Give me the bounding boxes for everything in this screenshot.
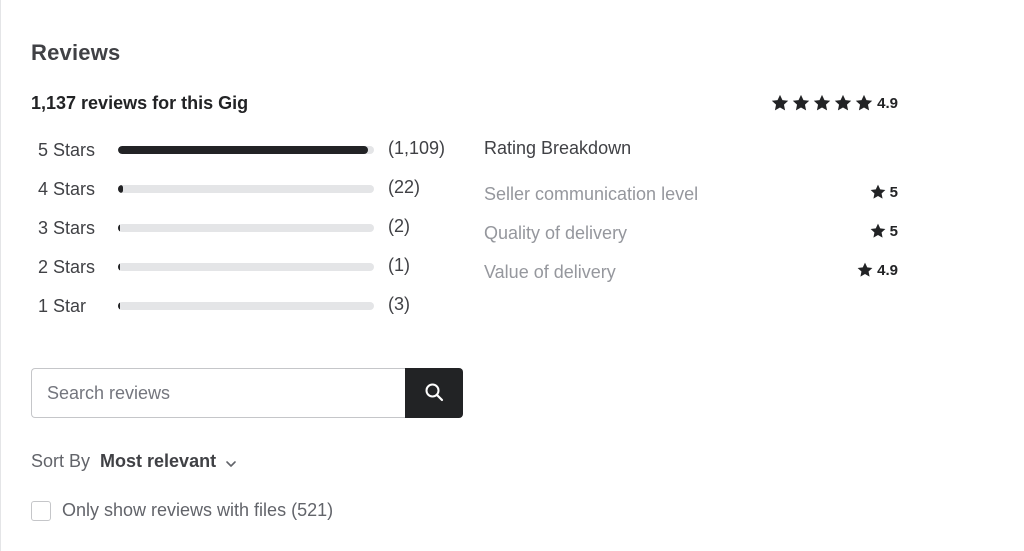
star-row-count: (22) (388, 177, 421, 197)
breakdown-label: Seller communication level (484, 184, 699, 204)
star-row-count: (1,109) (388, 138, 446, 158)
breakdown-value: 5 (889, 222, 898, 240)
search-button[interactable] (405, 368, 463, 418)
sort-label: Sort By (31, 451, 91, 471)
breakdown-row-communication: Seller communication level 5 (484, 182, 898, 208)
star-row-3[interactable]: 3 Stars (2) (38, 215, 468, 241)
star-icon (856, 261, 874, 279)
chevron-down-icon[interactable] (224, 455, 238, 469)
star-icon (854, 93, 874, 113)
overall-rating-value: 4.9 (877, 94, 898, 112)
star-row-bar-fill (118, 302, 120, 310)
star-row-bar (118, 263, 374, 271)
breakdown-label: Quality of delivery (484, 223, 628, 243)
star-icon (791, 93, 811, 113)
star-row-count: (1) (388, 255, 410, 275)
reviews-heading: Reviews (31, 40, 121, 65)
star-row-2[interactable]: 2 Stars (1) (38, 254, 468, 280)
breakdown-label: Value of delivery (484, 262, 616, 282)
breakdown-row-value: Value of delivery 4.9 (484, 260, 898, 286)
review-search (31, 368, 463, 418)
sort-dropdown[interactable]: Most relevant (100, 451, 216, 472)
breakdown-value: 4.9 (877, 261, 898, 279)
star-row-bar (118, 185, 374, 193)
star-row-5[interactable]: 5 Stars (1,109) (38, 137, 468, 163)
star-icon (869, 222, 887, 240)
sort-control: Sort By Most relevant (31, 451, 238, 472)
star-icon (812, 93, 832, 113)
star-row-bar-fill (118, 185, 123, 193)
breakdown-score: 4.9 (856, 261, 898, 279)
star-row-label: 4 Stars (38, 178, 96, 199)
star-row-label: 5 Stars (38, 139, 96, 160)
rating-breakdown-title: Rating Breakdown (484, 138, 632, 158)
star-row-bar-fill (118, 224, 120, 232)
star-row-label: 3 Stars (38, 217, 96, 238)
star-row-bar (118, 146, 374, 154)
breakdown-value: 5 (889, 183, 898, 201)
star-icon (833, 93, 853, 113)
overall-rating: 4.9 (770, 93, 898, 113)
breakdown-score: 5 (869, 183, 898, 201)
reviews-count-summary: 1,137 reviews for this Gig (31, 93, 249, 113)
overall-stars (770, 93, 874, 113)
breakdown-row-quality: Quality of delivery 5 (484, 221, 898, 247)
star-row-1[interactable]: 1 Star (3) (38, 293, 468, 319)
star-row-label: 1 Star (38, 295, 87, 316)
star-icon (770, 93, 790, 113)
breakdown-score: 5 (869, 222, 898, 240)
files-filter-checkbox[interactable] (31, 500, 51, 521)
panel-border (0, 0, 1, 551)
star-icon (869, 183, 887, 201)
star-row-4[interactable]: 4 Stars (22) (38, 176, 468, 202)
star-row-count: (3) (388, 294, 410, 314)
files-filter[interactable]: Only show reviews with files (521) (31, 500, 333, 521)
star-row-bar (118, 224, 374, 232)
search-reviews-input[interactable] (31, 368, 406, 418)
star-row-count: (2) (388, 216, 410, 236)
star-row-bar (118, 302, 374, 310)
star-row-label: 2 Stars (38, 256, 96, 277)
files-filter-label: Only show reviews with files (521) (62, 500, 334, 520)
star-row-bar-fill (118, 263, 120, 271)
search-icon (424, 382, 444, 405)
star-row-bar-fill (118, 146, 368, 154)
